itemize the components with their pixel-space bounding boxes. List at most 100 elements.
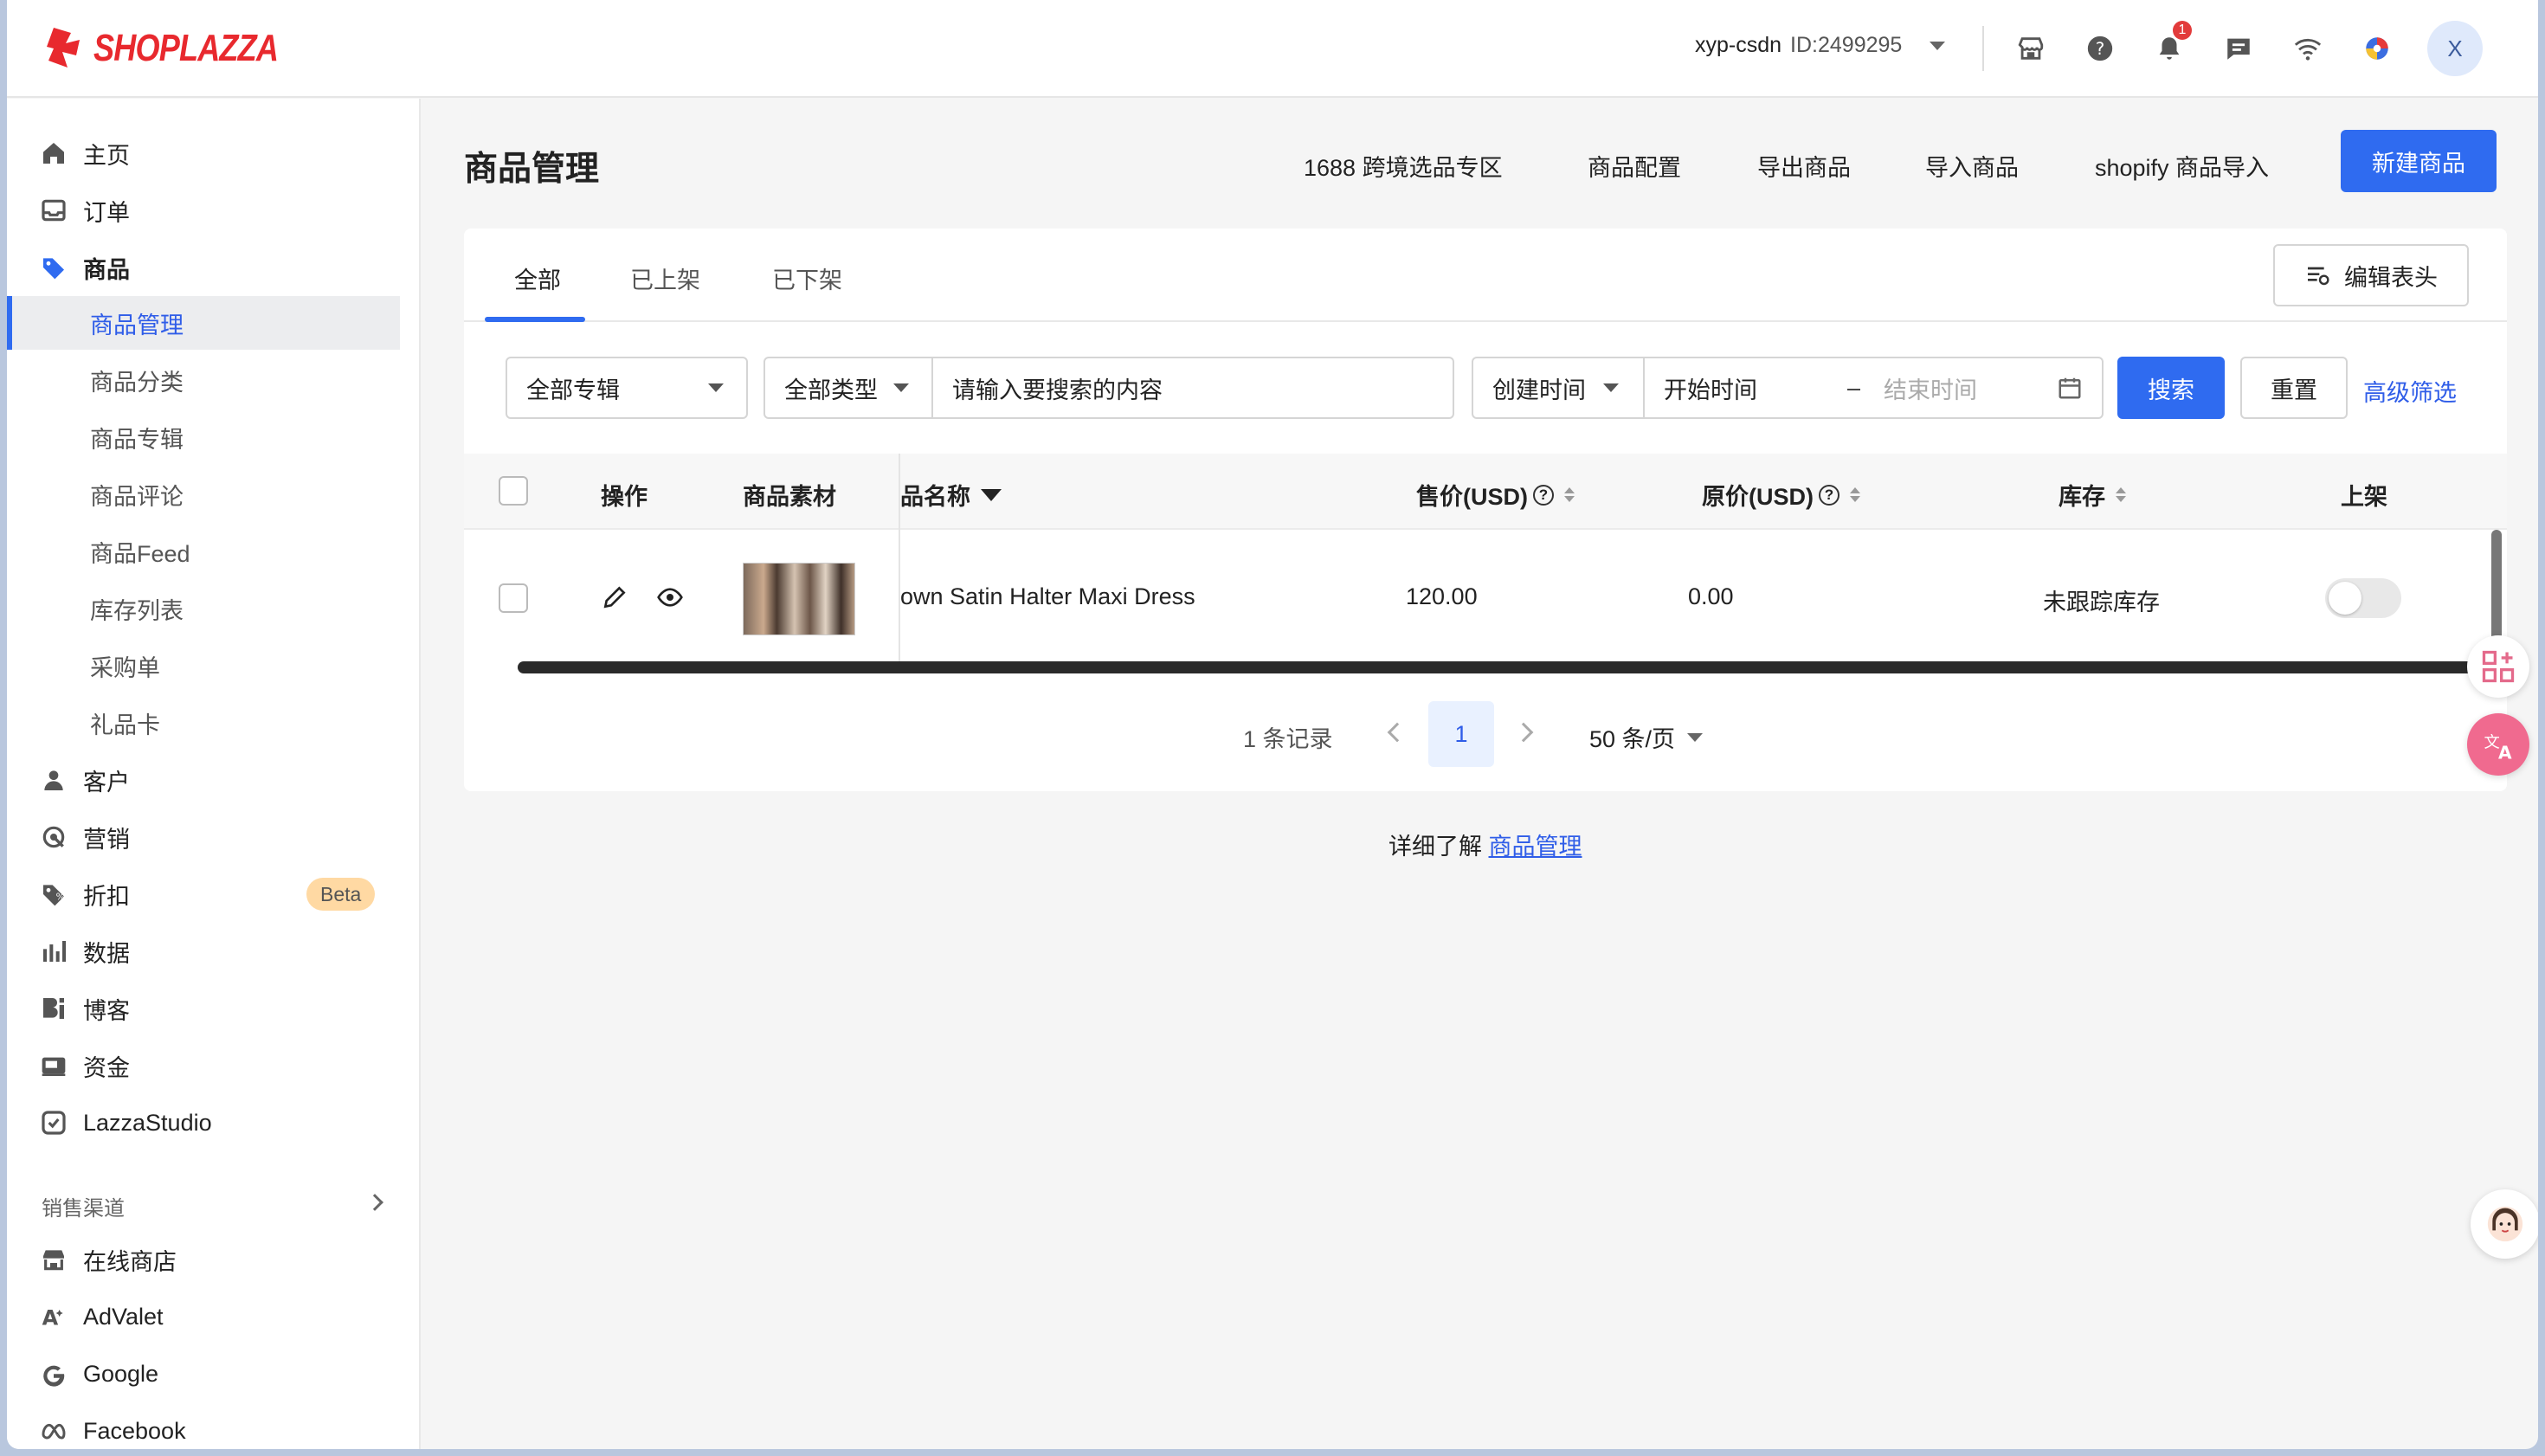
sidebar-item-label: 博客 bbox=[83, 997, 130, 1024]
horizontal-scrollbar[interactable] bbox=[518, 661, 2479, 673]
sidebar-item-home[interactable]: 主页 bbox=[7, 126, 421, 180]
product-name[interactable]: own Satin Halter Maxi Dress bbox=[900, 583, 1195, 610]
sidebar-item-discounts[interactable]: % 折扣 Beta bbox=[7, 867, 421, 921]
bell-icon[interactable]: 1 bbox=[2152, 21, 2192, 66]
sidebar-item-label: 订单 bbox=[83, 199, 130, 226]
column-header-original-price[interactable]: 原价(USD)? bbox=[1702, 478, 1860, 512]
sidebar-subitem-purchase-orders[interactable]: 采购单 bbox=[7, 639, 421, 693]
sidebar-channel-online-store[interactable]: 在线商店 bbox=[7, 1233, 421, 1286]
edit-table-header-button[interactable]: 编辑表头 bbox=[2273, 244, 2469, 306]
app-window: SHOPLAZZA xyp-csdn ID:2499295 ? 1 X 主页 订… bbox=[7, 0, 2538, 1449]
start-date-input[interactable]: 开始时间 bbox=[1664, 371, 1757, 405]
range-separator: – bbox=[1847, 374, 1861, 401]
sidebar-item-label: LazzaStudio bbox=[83, 1109, 212, 1136]
beta-badge: Beta bbox=[306, 878, 376, 911]
reset-button[interactable]: 重置 bbox=[2240, 357, 2348, 419]
sidebar-item-finance[interactable]: 资金 bbox=[7, 1039, 421, 1092]
sidebar-subitem-label: 商品专辑 bbox=[90, 426, 184, 453]
publish-toggle[interactable] bbox=[2325, 578, 2401, 618]
sidebar-item-label: 客户 bbox=[83, 769, 130, 796]
apps-icon[interactable] bbox=[2467, 635, 2529, 698]
tab-unpublished[interactable]: 已下架 bbox=[772, 261, 842, 295]
header-link-product-config[interactable]: 商品配置 bbox=[1588, 149, 1681, 183]
studio-icon bbox=[38, 1107, 69, 1138]
sidebar-subitem-product-management[interactable]: 商品管理 bbox=[7, 296, 400, 350]
search-button[interactable]: 搜索 bbox=[2117, 357, 2225, 419]
product-thumbnail[interactable] bbox=[743, 563, 855, 635]
advanced-filter-link[interactable]: 高级筛选 bbox=[2363, 374, 2457, 408]
sidebar-channel-advalet[interactable]: A AdValet bbox=[7, 1290, 421, 1343]
sidebar-channel-google[interactable]: Google bbox=[7, 1347, 421, 1401]
color-wheel-icon[interactable] bbox=[2360, 31, 2394, 66]
table-row: own Satin Halter Maxi Dress 120.00 0.00 … bbox=[464, 530, 2507, 668]
sidebar-subitem-collections[interactable]: 商品专辑 bbox=[7, 410, 421, 464]
row-checkbox[interactable] bbox=[499, 583, 528, 613]
support-agent-avatar-icon[interactable] bbox=[2471, 1189, 2538, 1259]
sidebar-item-marketing[interactable]: 营销 bbox=[7, 810, 421, 864]
header-link-export[interactable]: 导出商品 bbox=[1757, 149, 1851, 183]
date-range-picker[interactable]: 开始时间 – 结束时间 bbox=[1643, 357, 2104, 419]
page-1-button[interactable]: 1 bbox=[1428, 701, 1494, 767]
wifi-icon[interactable] bbox=[2290, 31, 2325, 66]
sidebar-subitem-inventory[interactable]: 库存列表 bbox=[7, 582, 421, 635]
footer-help-link[interactable]: 商品管理 bbox=[1489, 834, 1582, 860]
store-selector[interactable]: xyp-csdn ID:2499295 bbox=[1695, 33, 1946, 58]
sidebar-item-orders[interactable]: 订单 bbox=[7, 184, 421, 237]
sidebar-channel-facebook[interactable]: Facebook bbox=[7, 1404, 421, 1449]
select-all-checkbox[interactable] bbox=[499, 476, 528, 506]
pagination: 1 条记录 1 50 条/页 bbox=[464, 701, 2507, 767]
sidebar-item-lazzastudio[interactable]: LazzaStudio bbox=[7, 1096, 421, 1150]
sidebar-item-label: 商品 bbox=[83, 256, 130, 283]
column-header-label: 操作 bbox=[601, 484, 648, 510]
store-icon[interactable] bbox=[2013, 31, 2048, 66]
sidebar-subitem-feed[interactable]: 商品Feed bbox=[7, 525, 421, 578]
help-icon[interactable]: ? bbox=[2083, 31, 2117, 66]
column-header-price[interactable]: 售价(USD)? bbox=[1416, 478, 1575, 512]
new-product-button[interactable]: 新建商品 bbox=[2341, 130, 2497, 192]
chevron-right-icon[interactable] bbox=[1513, 722, 1534, 743]
chevron-left-icon[interactable] bbox=[1387, 722, 1408, 743]
tab-published[interactable]: 已上架 bbox=[630, 261, 700, 295]
sidebar-item-products[interactable]: 商品 bbox=[7, 241, 421, 294]
page-title: 商品管理 bbox=[464, 151, 600, 188]
collection-select[interactable]: 全部专辑 bbox=[506, 357, 748, 419]
svg-text:%: % bbox=[56, 892, 65, 903]
end-date-input[interactable]: 结束时间 bbox=[1884, 371, 1977, 405]
search-input[interactable]: 请输入要搜索的内容 bbox=[931, 357, 1454, 419]
time-type-select[interactable]: 创建时间 bbox=[1472, 357, 1645, 419]
column-header-stock[interactable]: 库存 bbox=[2059, 478, 2126, 512]
header-link-1688[interactable]: 1688 跨境选品专区 bbox=[1304, 149, 1503, 183]
edit-icon[interactable] bbox=[601, 583, 628, 611]
translate-icon[interactable]: 文A bbox=[2467, 713, 2529, 776]
chart-icon bbox=[38, 936, 69, 967]
page-size-select[interactable]: 50 条/页 bbox=[1589, 720, 1704, 754]
type-select[interactable]: 全部类型 bbox=[764, 357, 933, 419]
column-header-label: 品名称 bbox=[900, 484, 970, 510]
sidebar-subitem-gift-cards[interactable]: 礼品卡 bbox=[7, 696, 421, 750]
sidebar-subitem-categories[interactable]: 商品分类 bbox=[7, 353, 421, 407]
product-original-price: 0.00 bbox=[1688, 583, 1734, 609]
column-header-label: 库存 bbox=[2059, 484, 2105, 510]
active-tab-indicator bbox=[485, 317, 585, 322]
column-header-name[interactable]: 品名称 bbox=[900, 478, 1002, 512]
header-link-shopify-import[interactable]: shopify 商品导入 bbox=[2095, 149, 2269, 183]
inbox-icon bbox=[38, 195, 69, 226]
column-header-published: 上架 bbox=[2341, 478, 2387, 512]
logo[interactable]: SHOPLAZZA bbox=[45, 26, 319, 71]
product-stock: 未跟踪库存 bbox=[2043, 589, 2160, 615]
message-icon[interactable] bbox=[2221, 31, 2256, 66]
sidebar-item-customers[interactable]: 客户 bbox=[7, 753, 421, 807]
home-icon bbox=[38, 138, 69, 169]
preview-eye-icon[interactable] bbox=[654, 583, 686, 611]
tab-all[interactable]: 全部 bbox=[514, 261, 561, 295]
avatar[interactable]: X bbox=[2427, 21, 2483, 76]
tag-icon bbox=[38, 252, 69, 283]
chevron-right-icon[interactable] bbox=[366, 1194, 383, 1211]
sidebar-item-analytics[interactable]: 数据 bbox=[7, 924, 421, 978]
sidebar-item-blog[interactable]: 博客 bbox=[7, 982, 421, 1035]
vertical-scrollbar[interactable] bbox=[2491, 530, 2502, 651]
header-link-import[interactable]: 导入商品 bbox=[1925, 149, 2019, 183]
calendar-icon[interactable] bbox=[2057, 375, 2083, 401]
sidebar-subitem-reviews[interactable]: 商品评论 bbox=[7, 467, 421, 521]
tab-bar: 全部 已上架 已下架 编辑表头 bbox=[464, 229, 2507, 322]
